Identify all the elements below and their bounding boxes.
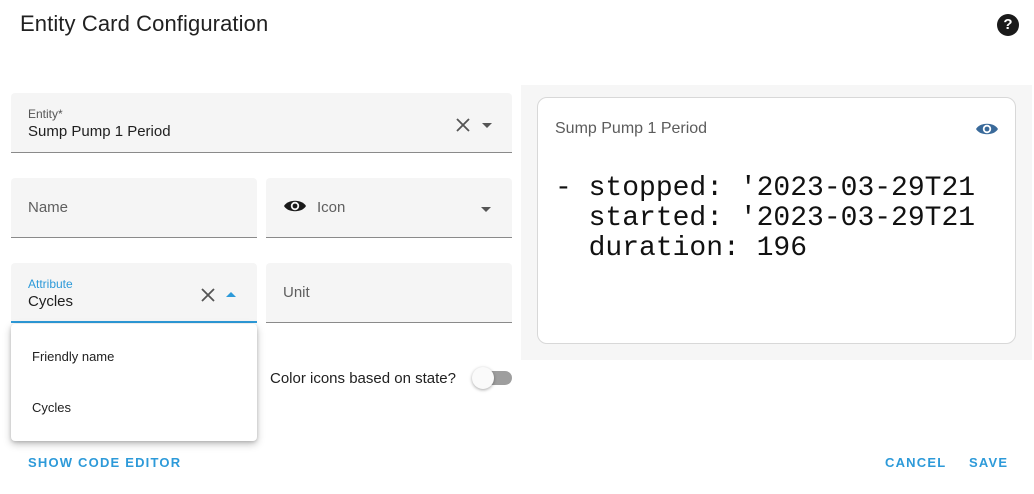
dialog-title: Entity Card Configuration <box>20 11 269 36</box>
name-field-placeholder: Name <box>28 199 69 216</box>
menu-item-label: Cycles <box>32 400 72 415</box>
entity-field[interactable]: Entity* Sump Pump 1 Period <box>11 93 512 153</box>
preview-card-state-code: - stopped: '2023-03-29T21 started: '2023… <box>555 174 975 264</box>
entity-field-label: Entity* <box>28 107 63 121</box>
attribute-dropdown-menu: Friendly name Cycles <box>11 324 257 441</box>
preview-card-title: Sump Pump 1 Period <box>555 120 708 137</box>
icon-field-placeholder: Icon <box>317 199 346 216</box>
code-line: duration: 196 <box>555 233 808 264</box>
color-icons-toggle-label: Color icons based on state? <box>270 370 456 387</box>
attribute-field-label: Attribute <box>28 277 73 291</box>
code-line: - stopped: '2023-03-29T21 <box>555 173 976 204</box>
cancel-button[interactable]: CANCEL <box>885 455 946 470</box>
preview-eye-icon <box>975 120 999 138</box>
name-field[interactable]: Name <box>11 178 257 238</box>
attribute-clear-icon[interactable] <box>199 286 217 304</box>
unit-field[interactable]: Unit <box>266 263 512 323</box>
attribute-collapse-icon[interactable] <box>222 286 240 304</box>
color-icons-toggle[interactable] <box>472 367 494 389</box>
entity-clear-icon[interactable] <box>454 116 472 134</box>
save-button[interactable]: SAVE <box>969 455 1008 470</box>
menu-item-cycles[interactable]: Cycles <box>11 387 257 427</box>
preview-entity-card[interactable]: Sump Pump 1 Period - stopped: '2023-03-2… <box>537 97 1016 344</box>
icon-dropdown-icon[interactable] <box>477 200 495 218</box>
help-icon[interactable]: ? <box>997 14 1019 36</box>
menu-item-label: Friendly name <box>32 349 115 364</box>
menu-item-friendly-name[interactable]: Friendly name <box>11 336 257 376</box>
attribute-field[interactable]: Attribute Cycles <box>11 263 257 323</box>
entity-field-value: Sump Pump 1 Period <box>28 123 171 140</box>
attribute-field-value: Cycles <box>28 293 74 310</box>
eye-icon <box>283 197 307 215</box>
icon-field[interactable]: Icon <box>266 178 512 238</box>
unit-field-placeholder: Unit <box>283 284 310 301</box>
entity-dropdown-icon[interactable] <box>478 116 496 134</box>
code-line: started: '2023-03-29T21 <box>555 203 976 234</box>
show-code-editor-button[interactable]: SHOW CODE EDITOR <box>28 455 181 470</box>
